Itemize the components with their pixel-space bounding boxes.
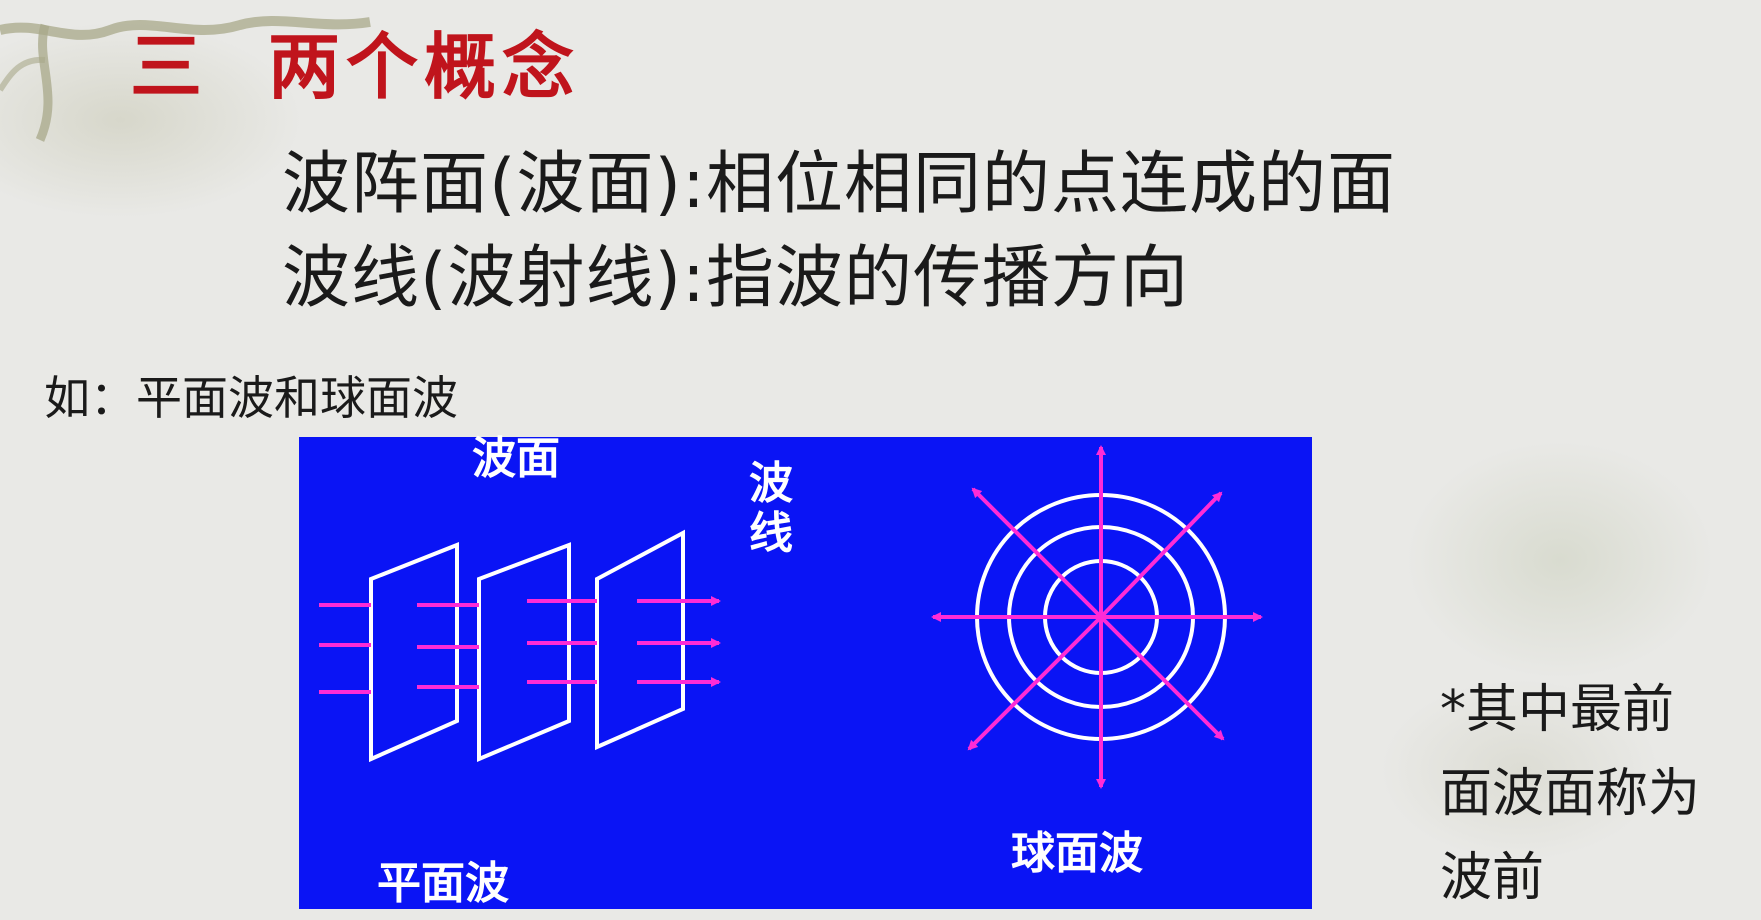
wavefront-plane-3 [595,529,685,751]
note-line: 波前 [1440,848,1545,908]
note-line: 面波面称为 [1440,764,1701,824]
sphere-ray-dr [1099,615,1225,741]
slide-title: 三两个概念 [130,8,580,113]
wavefront-plane-2 [477,542,571,763]
sphere-ray-ul [971,487,1103,619]
sphere-ray-dl [967,615,1103,751]
label-wavefront: 波面 [472,433,560,484]
wavefront-note: *其中最前 面波面称为 波前 [1440,668,1760,920]
title-text: 两个概念 [268,25,581,109]
wave-diagram [319,445,1263,789]
label-spherical-wave: 球面波 [1011,828,1143,879]
wave-figure: 波面 波 线 平面波 球面波 [299,433,1312,909]
label-plane-wave: 平面波 [377,858,509,909]
example-intro: 如：平面波和球面波 [44,371,458,425]
note-line: *其中最前 [1440,680,1675,740]
definition-wavefront: 波阵面(波面):相位相同的点连成的面 [282,145,1396,224]
title-number: 三 [130,25,209,109]
wavefront-plane-1 [369,542,459,763]
label-ray-2: 线 [749,508,793,559]
spherical-rays [931,445,1263,789]
definition-wave-ray: 波线(波射线):指波的传播方向 [282,239,1189,318]
plane-rays [319,596,721,694]
